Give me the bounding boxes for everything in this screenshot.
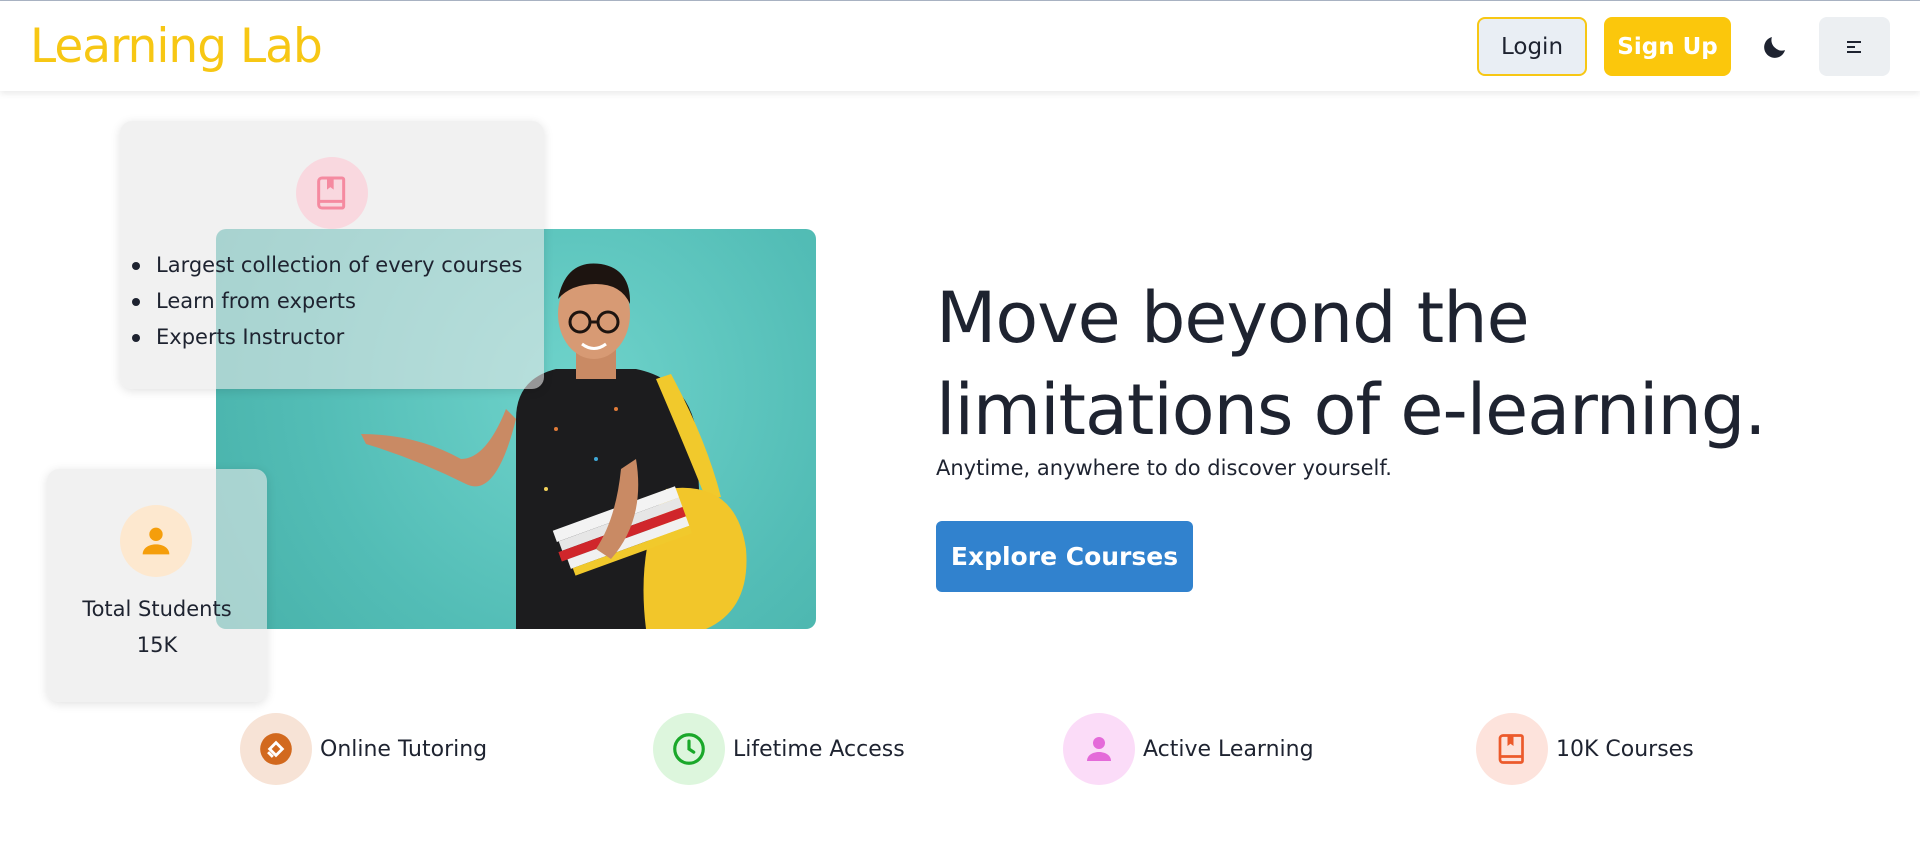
explore-courses-button[interactable]: Explore Courses xyxy=(936,521,1193,592)
user-icon xyxy=(1087,737,1111,761)
feature-icon-badge xyxy=(1476,713,1548,785)
feature-label: Lifetime Access xyxy=(733,736,905,762)
menu-icon xyxy=(1846,40,1861,53)
signup-button[interactable]: Sign Up xyxy=(1604,17,1731,76)
list-item: Learn from experts xyxy=(131,283,522,319)
total-students-card: Total Students 15K xyxy=(47,469,267,702)
menu-button[interactable] xyxy=(1819,17,1890,76)
features-list: Largest collection of every courses Lear… xyxy=(131,247,522,355)
feature-online-tutoring: Online Tutoring xyxy=(240,713,487,785)
list-item: Experts Instructor xyxy=(131,319,522,355)
total-students-value: 15K xyxy=(136,633,178,657)
hero-subtitle: Anytime, anywhere to do discover yoursel… xyxy=(936,456,1392,480)
students-icon-badge xyxy=(120,505,192,577)
feature-label: Online Tutoring xyxy=(320,736,488,762)
hero-title: Move beyond the limitations of e-learnin… xyxy=(936,277,1767,451)
book-icon xyxy=(1498,734,1524,764)
feature-lifetime-access: Lifetime Access xyxy=(653,713,905,785)
list-item: Largest collection of every courses xyxy=(131,247,522,283)
features-card: Largest collection of every courses Lear… xyxy=(120,121,544,389)
feature-10k-courses: 10K Courses xyxy=(1476,713,1694,785)
book-icon xyxy=(317,176,346,210)
feature-icon-badge xyxy=(1063,713,1135,785)
theme-toggle[interactable] xyxy=(1757,29,1793,65)
tutoring-icon xyxy=(260,733,292,765)
moon-icon xyxy=(1764,37,1785,58)
clock-icon xyxy=(673,733,705,765)
feature-icon-badge xyxy=(240,713,312,785)
user-icon xyxy=(142,527,170,555)
feature-label: Active Learning xyxy=(1143,736,1314,762)
total-students-label: Total Students xyxy=(82,597,232,621)
feature-active-learning: Active Learning xyxy=(1063,713,1314,785)
feature-label: 10K Courses xyxy=(1556,736,1694,762)
site-logo[interactable]: Learning Lab xyxy=(30,19,323,74)
book-icon-badge xyxy=(296,157,368,229)
feature-icon-badge xyxy=(653,713,725,785)
login-button[interactable]: Login xyxy=(1477,17,1587,76)
site-header: Learning Lab Login Sign Up xyxy=(0,1,1920,91)
